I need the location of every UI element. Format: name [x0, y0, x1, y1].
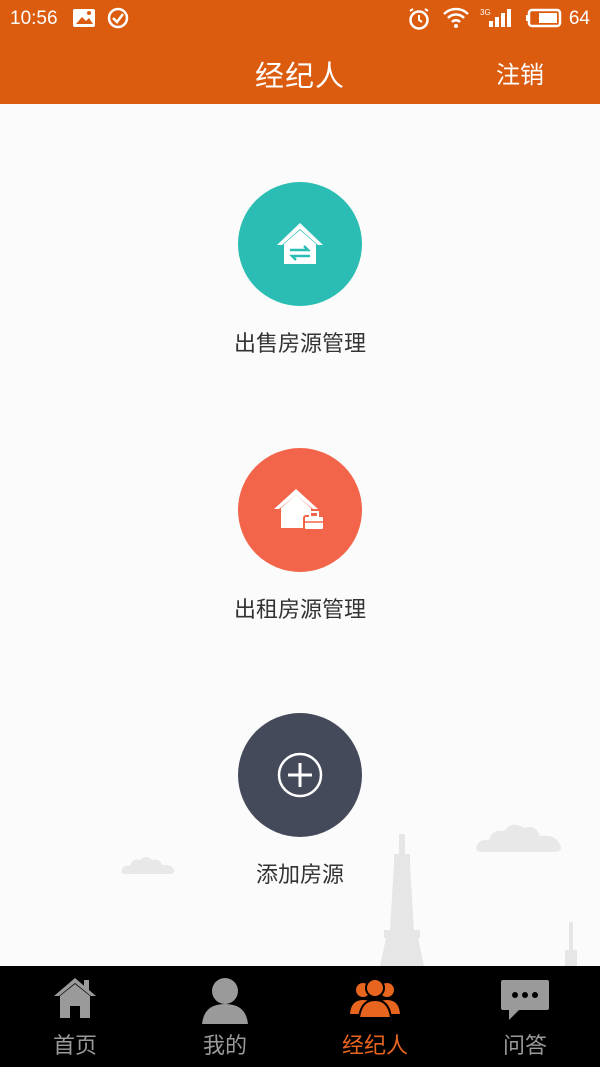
nav-item-agent[interactable]: 经纪人 [300, 966, 450, 1067]
add-circle [238, 713, 362, 837]
nav-item-mine[interactable]: 我的 [150, 966, 300, 1067]
battery-icon [526, 7, 564, 35]
rental-listing-management-button[interactable]: 出租房源管理 [0, 448, 600, 624]
signal-3g-icon: 3G [480, 7, 514, 35]
battery-level: 64 [568, 8, 590, 29]
main-content: 出售房源管理 出租房源管理 添加房源 [0, 104, 600, 966]
bottom-nav: 首页 我的 经纪人 问答 [0, 966, 600, 1067]
logout-button[interactable]: 注销 [496, 55, 544, 90]
home-icon [52, 976, 98, 1024]
group-icon [349, 976, 401, 1024]
alarm-icon [407, 7, 431, 37]
status-time: 10:56 [10, 8, 58, 29]
rental-circle [238, 448, 362, 572]
nav-label-agent: 经纪人 [341, 1034, 408, 1059]
house-exchange-icon [277, 223, 323, 264]
svg-text:3G: 3G [480, 8, 491, 17]
user-icon [200, 976, 250, 1028]
sale-listing-management-button[interactable]: 出售房源管理 [0, 182, 600, 358]
nav-item-qa[interactable]: 问答 [450, 966, 600, 1067]
house-briefcase-icon [274, 489, 325, 531]
add-listing-label: 添加房源 [255, 863, 344, 888]
status-bar: 10:56 3G 64 [0, 0, 600, 38]
add-listing-button[interactable]: 添加房源 [0, 713, 600, 889]
nav-label-qa: 问答 [502, 1034, 547, 1059]
check-circle-icon [107, 7, 129, 35]
nav-label-home: 首页 [52, 1034, 97, 1059]
image-icon [72, 7, 96, 35]
rental-listing-label: 出租房源管理 [233, 598, 366, 623]
nav-item-home[interactable]: 首页 [0, 966, 150, 1067]
antenna-icon [565, 922, 577, 966]
nav-label-mine: 我的 [202, 1034, 247, 1059]
plus-circle-icon [277, 752, 323, 798]
wifi-icon [443, 7, 469, 35]
sale-listing-label: 出售房源管理 [233, 332, 366, 357]
sale-circle [238, 182, 362, 306]
chat-icon [499, 976, 551, 1028]
app-header: 经纪人 注销 [0, 38, 600, 104]
